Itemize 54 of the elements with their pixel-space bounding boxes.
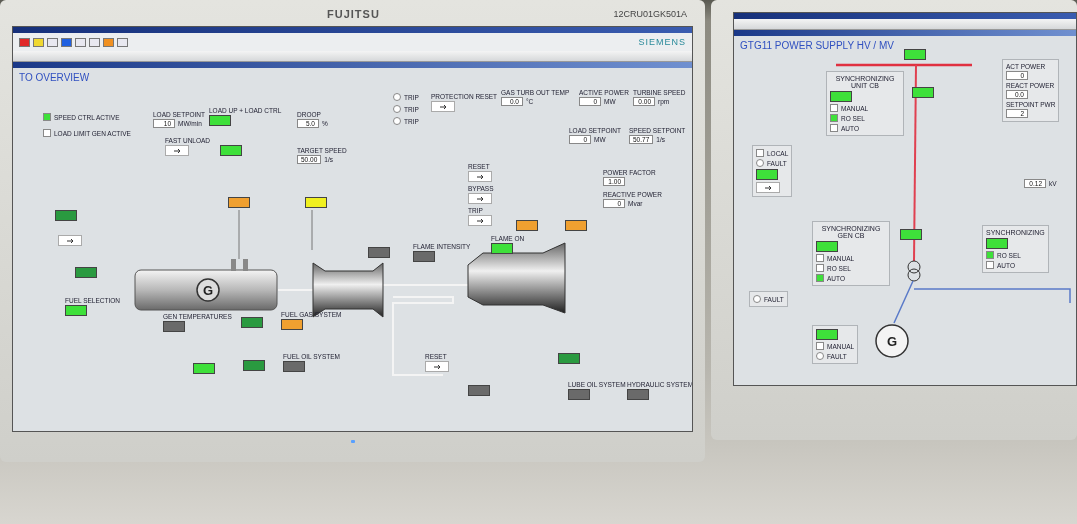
radio-button[interactable] <box>393 117 401 125</box>
push-button[interactable] <box>58 235 82 246</box>
checkbox[interactable] <box>43 129 51 137</box>
push-button[interactable] <box>431 101 455 112</box>
arrow-icon <box>173 147 181 154</box>
push-button[interactable] <box>425 361 449 372</box>
arrow-icon <box>476 195 484 202</box>
push-button[interactable] <box>165 145 189 156</box>
monitor-brand: FUJITSU <box>327 8 380 20</box>
push-button[interactable] <box>468 193 492 204</box>
power-led <box>350 440 355 443</box>
toolbar-button[interactable] <box>89 37 100 47</box>
radio-button[interactable] <box>816 352 824 360</box>
checkbox[interactable] <box>816 342 824 350</box>
signal-line <box>238 209 240 260</box>
push-button[interactable] <box>468 215 492 226</box>
signal-line <box>311 209 313 251</box>
asset-tag: 12CRU01GK501A <box>613 9 687 19</box>
radio-button[interactable] <box>756 159 764 167</box>
checkbox[interactable] <box>830 104 838 112</box>
checkbox[interactable] <box>986 261 994 269</box>
push-button[interactable] <box>468 171 492 182</box>
toolbar-button[interactable] <box>75 37 86 47</box>
generator-symbol: G <box>202 282 214 298</box>
toolbar-button[interactable] <box>47 37 58 47</box>
generator-symbol: G <box>886 334 898 349</box>
vendor-logo: SIEMENS <box>638 37 686 47</box>
checkbox[interactable] <box>816 274 824 282</box>
transformer-icon <box>907 260 921 282</box>
checkbox[interactable] <box>756 149 764 157</box>
toolbar-button[interactable] <box>103 37 114 47</box>
radio-button[interactable] <box>393 105 401 113</box>
radio-button[interactable] <box>393 93 401 101</box>
page-title: GTG11 POWER SUPPLY HV / MV <box>739 39 895 53</box>
arrow-icon <box>66 237 74 244</box>
checkbox[interactable] <box>816 264 824 272</box>
radio-button[interactable] <box>753 295 761 303</box>
push-button[interactable] <box>756 182 780 193</box>
compressor-drawing <box>312 262 384 318</box>
checkbox[interactable] <box>830 124 838 132</box>
arrow-icon <box>476 173 484 180</box>
toolbar-button[interactable] <box>61 37 72 47</box>
checkbox[interactable] <box>830 114 838 122</box>
arrow-icon <box>433 363 441 370</box>
arrow-icon <box>476 217 484 224</box>
arrow-icon <box>439 103 447 110</box>
checkbox[interactable] <box>816 254 824 262</box>
toolbar-button[interactable] <box>19 37 30 47</box>
arrow-icon <box>764 184 772 191</box>
toolbar-button[interactable] <box>33 37 44 47</box>
checkbox[interactable] <box>986 251 994 259</box>
checkbox[interactable] <box>43 113 51 121</box>
toolbar-button[interactable] <box>117 37 128 47</box>
page-title: TO OVERVIEW <box>18 71 91 85</box>
